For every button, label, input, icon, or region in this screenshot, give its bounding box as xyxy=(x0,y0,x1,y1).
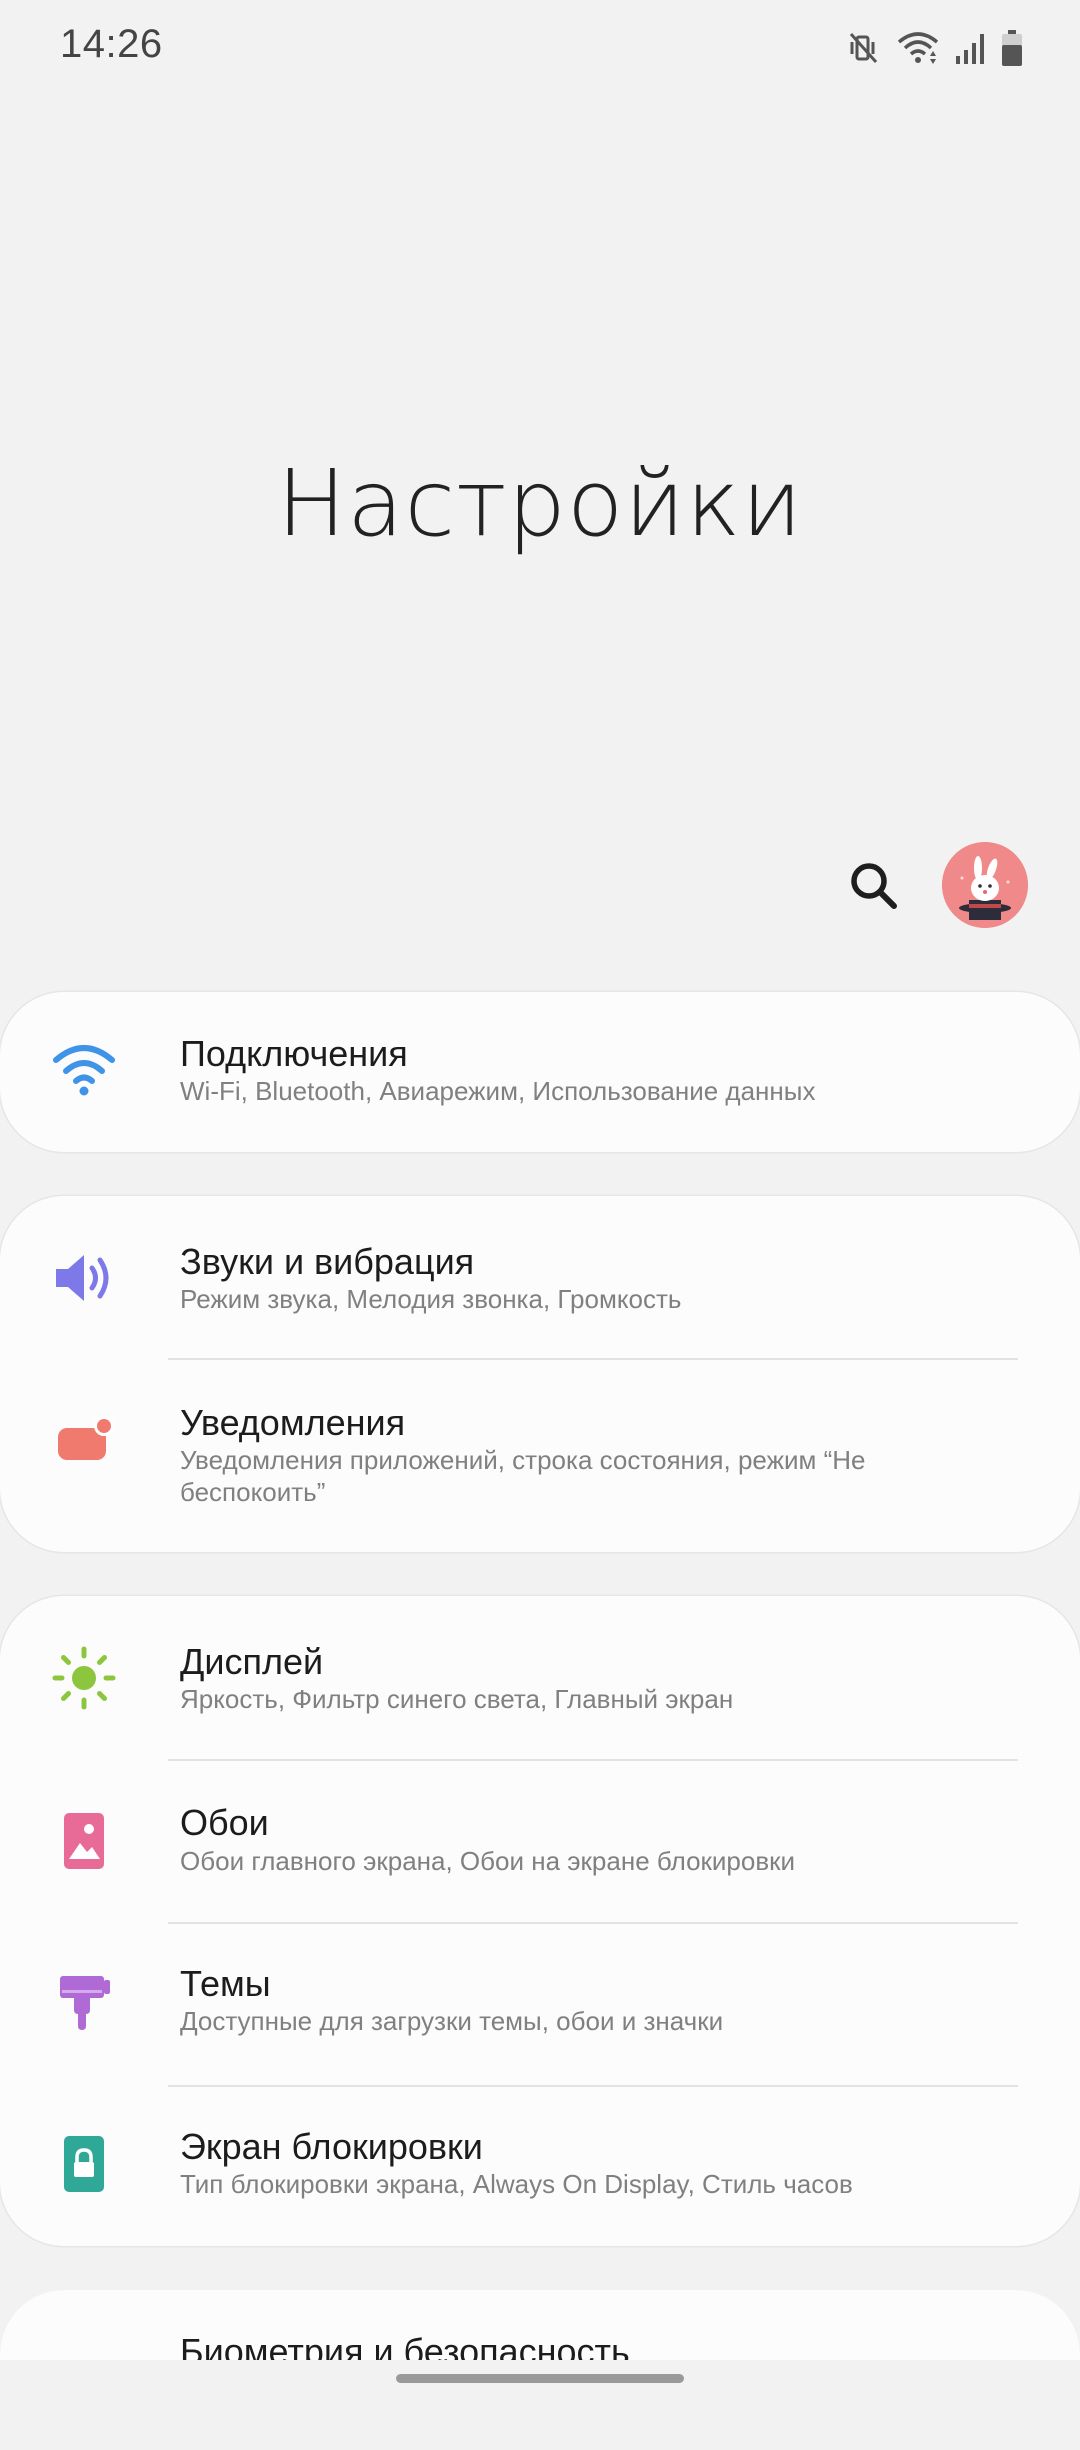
settings-item-lockscreen[interactable]: Экран блокировки Тип блокировки экрана, … xyxy=(0,2087,1080,2246)
settings-item-sounds[interactable]: Звуки и вибрация Режим звука, Мелодия зв… xyxy=(0,1196,1080,1358)
settings-item-display[interactable]: Дисплей Яркость, Фильтр синего света, Гл… xyxy=(0,1596,1080,1758)
brush-icon xyxy=(52,1970,116,2034)
settings-item-title: Экран блокировки xyxy=(180,2126,483,2167)
settings-item-subtitle: Яркость, Фильтр синего света, Главный эк… xyxy=(180,1684,734,1714)
settings-item-title: Биометрия и безопасность xyxy=(180,2331,630,2372)
profile-avatar-icon xyxy=(942,842,1028,928)
settings-item-wallpapers[interactable]: Обои Обои главного экрана, Обои на экран… xyxy=(0,1761,1080,1923)
settings-item-subtitle: Уведомления приложений, строка состояния… xyxy=(180,1445,866,1507)
settings-card-biometrics: Биометрия и безопасность xyxy=(0,2290,1080,2372)
battery-icon xyxy=(1000,29,1024,67)
status-bar: 14:26 xyxy=(0,0,1080,96)
settings-card-display: Дисплей Яркость, Фильтр синего света, Гл… xyxy=(0,1596,1080,2246)
settings-item-themes[interactable]: Темы Доступные для загрузки темы, обои и… xyxy=(0,1924,1080,2086)
profile-avatar[interactable] xyxy=(942,842,1028,928)
settings-item-biometrics[interactable]: Биометрия и безопасность xyxy=(0,2290,1080,2372)
notification-icon xyxy=(52,1410,116,1474)
settings-item-title: Темы xyxy=(180,1963,271,2004)
lock-icon xyxy=(52,2132,116,2196)
mute-vibrate-icon xyxy=(846,30,882,66)
status-time: 14:26 xyxy=(60,22,163,66)
status-icons xyxy=(846,26,1024,70)
search-button[interactable] xyxy=(838,852,910,924)
brightness-icon xyxy=(52,1646,116,1710)
gesture-navigation-bar[interactable] xyxy=(396,2374,684,2383)
settings-item-connections[interactable]: Подключения Wi-Fi, Bluetooth, Авиарежим,… xyxy=(0,992,1080,1152)
settings-item-subtitle: Wi-Fi, Bluetooth, Авиарежим, Использован… xyxy=(180,1076,816,1106)
settings-item-title: Обои xyxy=(180,1802,269,1843)
settings-card-connections: Подключения Wi-Fi, Bluetooth, Авиарежим,… xyxy=(0,992,1080,1152)
wallpaper-icon xyxy=(52,1809,116,1873)
settings-card-sounds-notifications: Звуки и вибрация Режим звука, Мелодия зв… xyxy=(0,1196,1080,1552)
settings-item-subtitle: Тип блокировки экрана, Always On Display… xyxy=(180,2169,853,2199)
settings-item-subtitle: Обои главного экрана, Обои на экране бло… xyxy=(180,1846,796,1876)
search-icon xyxy=(848,860,900,917)
settings-item-title: Уведомления xyxy=(180,1402,406,1443)
settings-item-subtitle: Режим звука, Мелодия звонка, Громкость xyxy=(180,1284,682,1314)
settings-item-subtitle: Доступные для загрузки темы, обои и знач… xyxy=(180,2006,724,2036)
settings-item-notifications[interactable]: Уведомления Уведомления приложений, стро… xyxy=(0,1360,1080,1552)
wifi-icon xyxy=(52,1038,116,1102)
page-title: Настройки xyxy=(276,450,804,557)
settings-item-title: Звуки и вибрация xyxy=(180,1241,475,1282)
signal-icon xyxy=(954,30,986,66)
speaker-icon xyxy=(52,1246,116,1310)
wifi-icon xyxy=(896,30,940,66)
settings-item-title: Подключения xyxy=(180,1033,408,1074)
settings-item-title: Дисплей xyxy=(180,1641,324,1682)
